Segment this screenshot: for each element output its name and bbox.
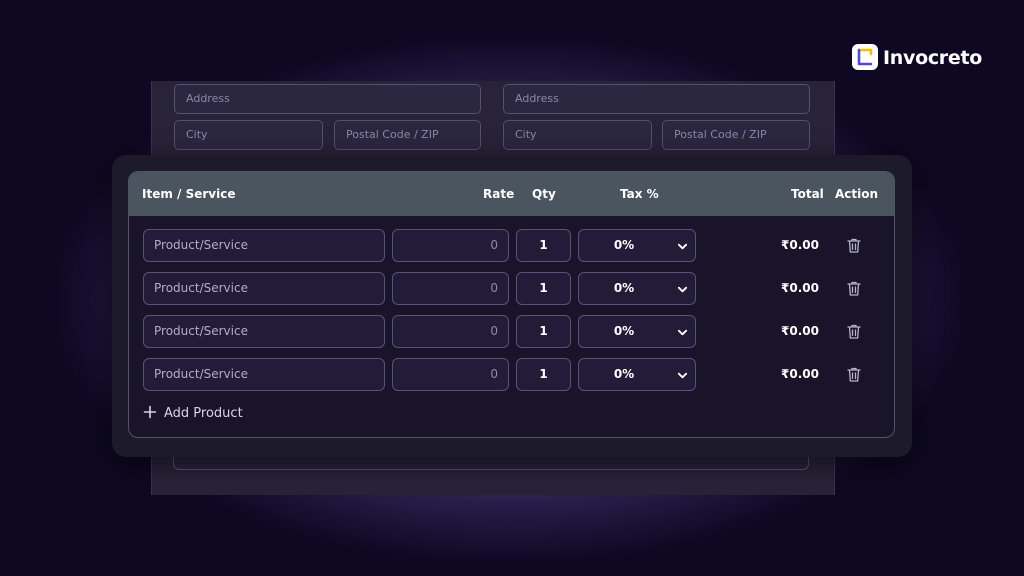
table-row: Product/Service 0 1 0% ₹0.00 xyxy=(129,358,894,391)
items-table-card: Item / Service Rate Qty Tax % Total Acti… xyxy=(128,171,895,438)
left-address-field[interactable]: Address xyxy=(174,84,481,114)
trash-icon[interactable] xyxy=(847,324,861,339)
table-row: Product/Service 0 1 0% ₹0.00 xyxy=(129,229,894,262)
chevron-down-icon xyxy=(677,372,688,379)
tax-value: 0% xyxy=(613,281,635,295)
plus-icon xyxy=(143,405,157,419)
row-total: ₹0.00 xyxy=(781,367,819,381)
qty-input[interactable]: 1 xyxy=(516,315,571,348)
table-row: Product/Service 0 1 0% ₹0.00 xyxy=(129,272,894,305)
tax-value: 0% xyxy=(613,367,635,381)
qty-input[interactable]: 1 xyxy=(516,358,571,391)
right-postal-field[interactable]: Postal Code / ZIP Code xyxy=(662,120,810,169)
row-total: ₹0.00 xyxy=(781,324,819,338)
right-city-field[interactable]: City xyxy=(503,120,652,150)
qty-input[interactable]: 1 xyxy=(516,229,571,262)
tax-value: 0% xyxy=(613,324,635,338)
tax-select[interactable]: 0% xyxy=(578,229,696,262)
right-address-field[interactable]: Address xyxy=(503,84,810,114)
row-total: ₹0.00 xyxy=(781,238,819,252)
trash-icon[interactable] xyxy=(847,238,861,253)
col-action: Action xyxy=(835,187,879,201)
col-qty: Qty xyxy=(532,187,556,201)
add-product-label: Add Product xyxy=(164,406,243,421)
col-item-service: Item / Service xyxy=(142,187,236,201)
item-name-input[interactable]: Product/Service xyxy=(143,229,385,262)
brand-name: Invocreto xyxy=(883,47,982,69)
tax-value: 0% xyxy=(613,238,635,252)
rate-input[interactable]: 0 xyxy=(392,272,509,305)
left-city-field[interactable]: City xyxy=(174,120,323,150)
trash-icon[interactable] xyxy=(847,367,861,382)
item-name-input[interactable]: Product/Service xyxy=(143,272,385,305)
trash-icon[interactable] xyxy=(847,281,861,296)
qty-input[interactable]: 1 xyxy=(516,272,571,305)
chevron-down-icon xyxy=(677,286,688,293)
rate-input[interactable]: 0 xyxy=(392,229,509,262)
tax-select[interactable]: 0% xyxy=(578,358,696,391)
rate-input[interactable]: 0 xyxy=(392,315,509,348)
chevron-down-icon xyxy=(677,243,688,250)
item-name-input[interactable]: Product/Service xyxy=(143,315,385,348)
add-product-button[interactable]: Add Product xyxy=(143,401,243,427)
col-total: Total xyxy=(791,187,824,201)
col-rate: Rate xyxy=(483,187,515,201)
rate-input[interactable]: 0 xyxy=(392,358,509,391)
left-postal-field[interactable]: Postal Code / ZIP Code xyxy=(334,120,481,169)
col-tax: Tax % xyxy=(620,187,659,201)
table-header: Item / Service Rate Qty Tax % Total Acti… xyxy=(129,172,894,216)
invoice-logo-icon xyxy=(852,44,878,70)
tax-select[interactable]: 0% xyxy=(578,315,696,348)
chevron-down-icon xyxy=(677,329,688,336)
tax-select[interactable]: 0% xyxy=(578,272,696,305)
item-name-input[interactable]: Product/Service xyxy=(143,358,385,391)
table-row: Product/Service 0 1 0% ₹0.00 xyxy=(129,315,894,348)
row-total: ₹0.00 xyxy=(781,281,819,295)
